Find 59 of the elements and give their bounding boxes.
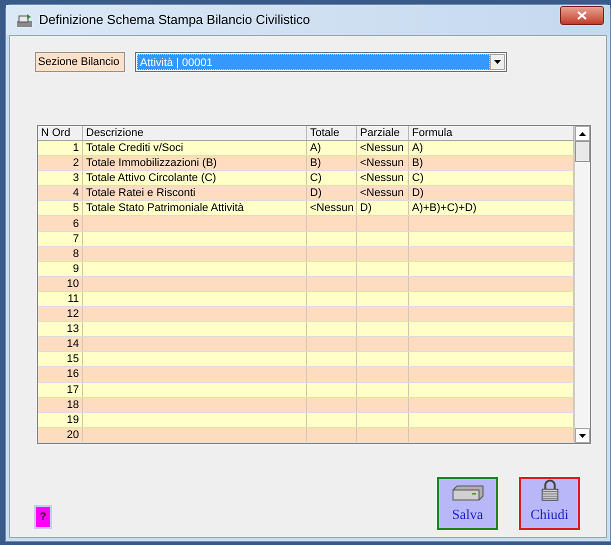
row-number: 6: [72, 216, 79, 231]
row-number: 15: [66, 352, 79, 366]
column-header[interactable]: Totale: [307, 126, 357, 140]
row-number: 14: [66, 337, 79, 352]
table-cell: B): [412, 156, 423, 170]
row-number: 19: [66, 412, 79, 427]
row-number: 16: [66, 367, 79, 382]
table-cell: Totale Stato Patrimoniale Attività: [86, 201, 244, 216]
table-cell: Totale Crediti v/Soci: [86, 141, 184, 156]
row-number: 8: [72, 246, 79, 261]
row-number: 7: [72, 232, 79, 246]
row-number: 12: [66, 307, 79, 322]
row-number: 17: [66, 382, 79, 397]
row-number: 4: [72, 186, 79, 200]
close-button[interactable]: Chiudi: [519, 477, 580, 530]
column-header[interactable]: N Ord: [38, 126, 83, 140]
table-cell: A): [310, 141, 321, 156]
table-cell: <Nessun: [360, 186, 404, 200]
down-arrow-icon: [579, 434, 586, 438]
table-cell: C): [412, 171, 424, 186]
table-cell: Totale Attivo Circolante (C): [86, 171, 216, 186]
row-number: 11: [68, 292, 79, 306]
row-number: 1: [72, 141, 79, 156]
row-number: 13: [66, 322, 79, 336]
table-cell: Totale Immobilizzazioni (B): [86, 156, 217, 170]
disk-drive-icon: [452, 485, 484, 501]
window-title: Definizione Schema Stampa Bilancio Civilistico: [39, 11, 310, 30]
column-header[interactable]: Parziale: [357, 126, 409, 140]
scroll-up-button[interactable]: [575, 126, 590, 141]
table-cell: B): [310, 156, 321, 170]
table-cell: A)+B)+C)+D): [412, 201, 476, 216]
table-cell: D): [412, 186, 424, 200]
row-number: 20: [66, 428, 79, 442]
row-number: 3: [72, 171, 79, 186]
close-button[interactable]: [560, 6, 604, 24]
up-arrow-icon: [579, 132, 586, 136]
table-cell: <Nessun: [310, 201, 354, 216]
close-icon: [577, 10, 587, 20]
scroll-down-button[interactable]: [575, 428, 590, 443]
row-number: 2: [72, 156, 79, 170]
table-cell: Totale Ratei e Risconti: [86, 186, 196, 200]
table-cell: D): [360, 201, 372, 216]
table-cell: <Nessun: [360, 156, 404, 170]
dropdown-value: Attività | 00001: [137, 54, 490, 70]
column-header[interactable]: Descrizione: [83, 126, 307, 140]
save-button[interactable]: Salva: [437, 477, 498, 530]
table-cell: <Nessun: [360, 171, 404, 186]
help-button[interactable]: ?: [34, 505, 52, 529]
table-cell: <Nessun: [360, 141, 404, 156]
table-cell: D): [310, 186, 322, 200]
table-cell: C): [310, 171, 322, 186]
scrollbar-thumb[interactable]: [575, 141, 590, 162]
row-number: 9: [72, 262, 79, 276]
row-number: 18: [66, 398, 79, 412]
row-number: 5: [72, 201, 79, 216]
table-cell: A): [412, 141, 423, 156]
field-label: Sezione Bilancio: [35, 52, 125, 72]
app-icon: [16, 12, 33, 28]
row-number: 10: [66, 276, 79, 291]
